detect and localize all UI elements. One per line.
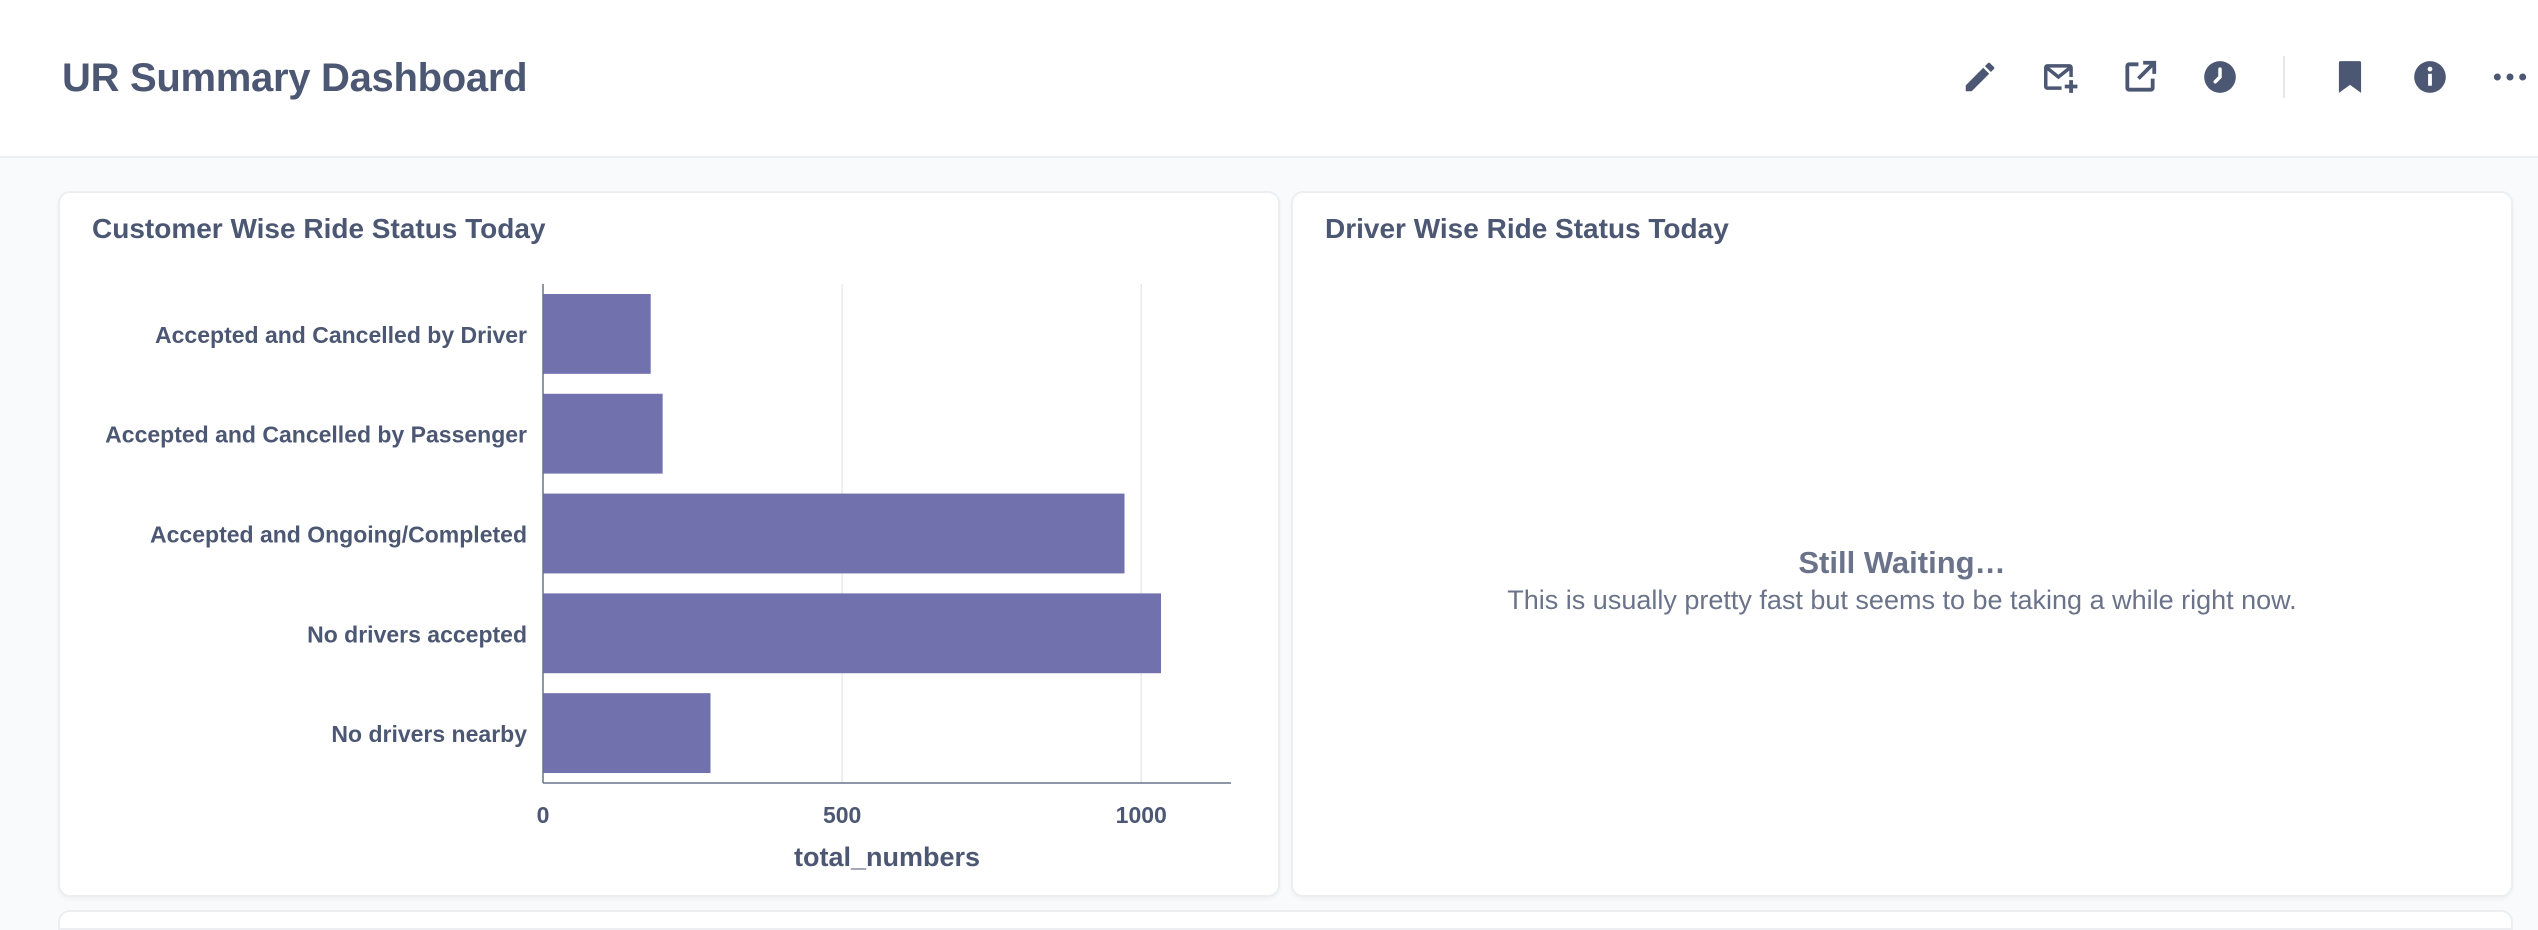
- chart-bar[interactable]: [543, 593, 1162, 674]
- chart-bar[interactable]: [543, 293, 651, 374]
- dashboard-title: UR Summary Dashboard: [62, 56, 528, 100]
- pencil-icon: [1965, 62, 1995, 92]
- chart-bar[interactable]: [543, 693, 711, 774]
- more-button[interactable]: [2485, 52, 2535, 102]
- subscribe-button[interactable]: [2035, 52, 2085, 102]
- bookmark-icon: [2338, 61, 2362, 93]
- external-link-icon: [2125, 60, 2157, 92]
- x-tick-label: 500: [823, 802, 861, 828]
- customer-ride-status-card: Customer Wise Ride Status Today Accepted…: [58, 191, 1280, 897]
- bar-chart: Accepted and Cancelled by Driver Accepted…: [105, 284, 1231, 872]
- category-label: Accepted and Cancelled by Driver: [155, 322, 527, 348]
- x-tick-label: 1000: [1116, 802, 1167, 828]
- edit-button[interactable]: [1955, 52, 2005, 102]
- info-icon: [2414, 61, 2446, 93]
- chart-bar[interactable]: [543, 393, 663, 474]
- dashboard-header: UR Summary Dashboard: [0, 0, 2538, 158]
- bookmark-button[interactable]: [2325, 52, 2375, 102]
- x-tick-label: 0: [537, 802, 550, 828]
- category-label: No drivers nearby: [331, 721, 527, 747]
- category-label: Accepted and Ongoing/Completed: [150, 522, 527, 548]
- waiting-title: Still Waiting…: [1798, 545, 2006, 580]
- category-label: No drivers accepted: [307, 621, 527, 647]
- loading-state: Still Waiting… This is usually pretty fa…: [1293, 545, 2511, 616]
- category-label: Accepted and Cancelled by Passenger: [105, 422, 527, 448]
- waiting-message: This is usually pretty fast but seems to…: [1507, 585, 2297, 615]
- card-title[interactable]: Driver Wise Ride Status Today: [1325, 213, 1729, 245]
- share-button[interactable]: [2115, 52, 2165, 102]
- x-axis-title: total_numbers: [794, 842, 980, 872]
- clock-icon: [2204, 61, 2236, 93]
- chart-bar[interactable]: [543, 493, 1125, 574]
- driver-ride-status-card: Driver Wise Ride Status Today Still Wait…: [1291, 191, 2513, 897]
- mail-add-icon: [2044, 64, 2078, 93]
- next-card-edge: [58, 910, 2513, 930]
- ellipsis-icon: [2493, 73, 2527, 81]
- toolbar-divider: [2283, 56, 2285, 98]
- auto-refresh-button[interactable]: [2195, 52, 2245, 102]
- info-button[interactable]: [2405, 52, 2455, 102]
